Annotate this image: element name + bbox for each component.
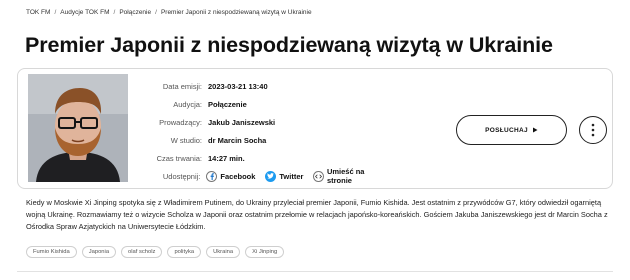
more-vertical-icon	[591, 123, 595, 137]
share-twitter-button[interactable]: Twitter	[265, 170, 304, 182]
tag-item[interactable]: Xi Jinping	[245, 246, 285, 258]
show-link[interactable]: Połączenie	[208, 100, 247, 109]
tag-item[interactable]: olaf scholz	[121, 246, 163, 258]
listen-button-label: POSŁUCHAJ	[485, 126, 528, 134]
twitter-icon	[265, 170, 277, 182]
tag-item[interactable]: Japonia	[81, 246, 117, 258]
duration-label: Czas trwania:	[156, 153, 202, 163]
tag-item[interactable]: polityka	[167, 246, 202, 258]
divider	[17, 271, 613, 272]
page-title: Premier Japonii z niespodziewaną wizytą …	[25, 33, 553, 57]
date-value: 2023-03-21 13:40	[208, 81, 268, 91]
meta-row-share: Udostępnij: Facebook Twitter Umieść na s…	[128, 167, 388, 185]
listen-button[interactable]: POSŁUCHAJ	[456, 115, 567, 145]
tag-item[interactable]: Fumio Kishida	[26, 246, 77, 258]
breadcrumb-item-polaczenie[interactable]: Połączenie	[119, 9, 151, 16]
meta-row-duration: Czas trwania: 14:27 min.	[128, 149, 388, 167]
host-link[interactable]: Jakub Janiszewski	[208, 118, 275, 127]
studio-guest: dr Marcin Socha	[208, 135, 267, 145]
embed-icon	[313, 170, 324, 182]
meta-row-studio: W studio: dr Marcin Socha	[128, 131, 388, 149]
tag-item[interactable]: Ukraina	[206, 246, 241, 258]
episode-card: Data emisji: 2023-03-21 13:40 Audycja: P…	[17, 68, 613, 189]
episode-meta: Data emisji: 2023-03-21 13:40 Audycja: P…	[128, 77, 388, 186]
share-embed-label: Umieść na stronie	[326, 167, 365, 185]
share-twitter-label: Twitter	[279, 171, 304, 181]
facebook-icon	[206, 170, 218, 182]
episode-description: Kiedy w Moskwie Xi Jinping spotyka się z…	[26, 198, 608, 231]
share-embed-button[interactable]: Umieść na stronie	[313, 167, 388, 185]
breadcrumb-item-current: Premier Japonii z niespodziewaną wizytą …	[160, 9, 312, 16]
play-icon	[532, 127, 538, 133]
meta-row-host: Prowadzący: Jakub Janiszewski	[128, 113, 388, 131]
share-label: Udostępnij:	[162, 171, 201, 181]
show-label: Audycja:	[173, 99, 202, 109]
host-photo	[28, 74, 128, 182]
breadcrumb: TOK FM / Audycje TOK FM / Połączenie / Premier…	[26, 9, 312, 16]
meta-row-date: Data emisji: 2023-03-21 13:40	[128, 77, 388, 95]
duration-value: 14:27 min.	[208, 153, 245, 163]
share-facebook-button[interactable]: Facebook	[206, 170, 256, 182]
meta-row-show: Audycja: Połączenie	[128, 95, 388, 113]
breadcrumb-separator: /	[155, 9, 157, 16]
studio-label: W studio:	[170, 135, 202, 145]
more-options-button[interactable]	[579, 116, 607, 144]
breadcrumb-item-audycje[interactable]: Audycje TOK FM	[60, 9, 109, 16]
breadcrumb-separator: /	[54, 9, 57, 16]
date-label: Data emisji:	[162, 81, 202, 91]
breadcrumb-separator: /	[113, 9, 116, 16]
host-portrait-image	[28, 74, 128, 182]
share-links: Facebook Twitter Umieść na stronie	[206, 167, 388, 185]
share-facebook-label: Facebook	[220, 171, 256, 181]
breadcrumb-item-tokfm[interactable]: TOK FM	[26, 9, 50, 16]
tag-list: Fumio Kishida Japonia olaf scholz polity…	[26, 246, 285, 258]
host-label: Prowadzący:	[159, 117, 202, 127]
